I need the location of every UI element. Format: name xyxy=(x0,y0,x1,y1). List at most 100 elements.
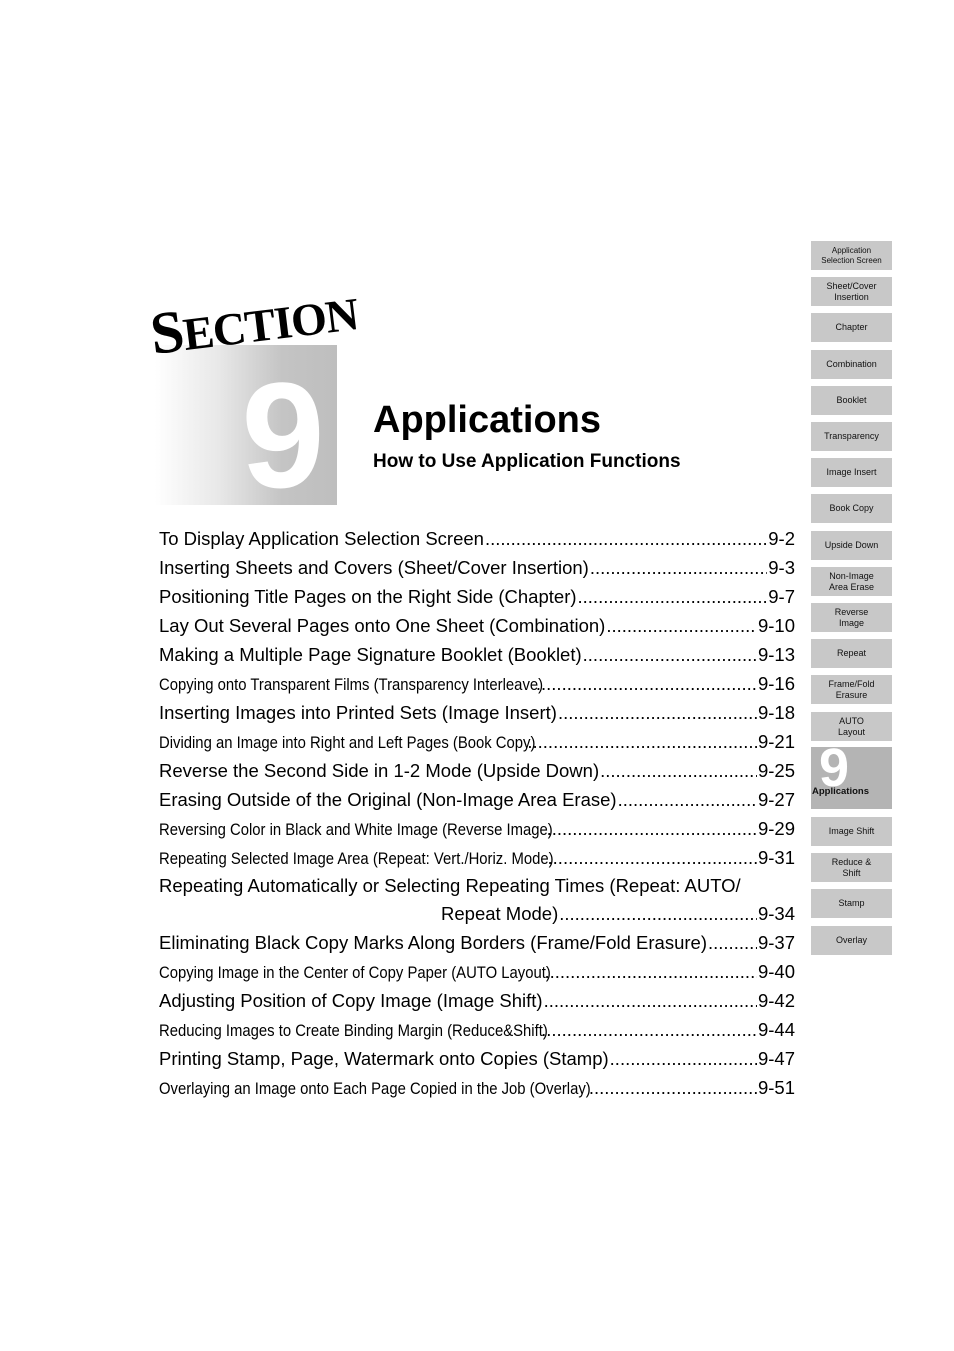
toc-entry[interactable]: Repeating Selected Image Area (Repeat: V… xyxy=(159,843,795,872)
tab-image-shift[interactable]: Image Shift xyxy=(811,817,892,846)
tab-label: Application Selection Screen xyxy=(821,246,881,266)
tab-label-line: Repeat xyxy=(836,648,867,658)
toc-entry[interactable]: Inserting Sheets and Covers (Sheet/Cover… xyxy=(159,553,795,582)
tab-label-line: Image Insert xyxy=(826,467,877,477)
tab-label-line: Reverse xyxy=(834,606,869,617)
toc-entry[interactable]: Erasing Outside of the Original (Non-Ima… xyxy=(159,785,795,814)
toc-leader-dots xyxy=(544,957,757,986)
toc-leader-dots xyxy=(600,756,757,785)
toc-entry[interactable]: Copying onto Transparent Films (Transpar… xyxy=(159,669,795,698)
toc-leader-dots xyxy=(583,640,757,669)
tab-label: Image Shift xyxy=(829,826,875,837)
tab-label: Applications xyxy=(812,786,870,797)
tab-label: Frame/Fold Erasure xyxy=(828,679,874,701)
toc-entry[interactable]: Making a Multiple Page Signature Booklet… xyxy=(159,640,795,669)
tab-stamp[interactable]: Stamp xyxy=(811,889,892,918)
toc-entry[interactable]: Lay Out Several Pages onto One Sheet (Co… xyxy=(159,611,795,640)
toc-entry[interactable]: Reverse the Second Side in 1-2 Mode (Ups… xyxy=(159,756,795,785)
tab-repeat[interactable]: Repeat xyxy=(811,639,892,668)
tab-label-line: Insertion xyxy=(834,291,869,302)
tab-label-line: Overlay xyxy=(835,935,867,945)
toc-page-number: 9-2 xyxy=(768,528,795,549)
toc-entry-title: Printing Stamp, Page, Watermark onto Cop… xyxy=(159,1048,609,1069)
toc-page-number: 9-16 xyxy=(757,673,795,694)
tab-label-line: Sheet/Cover xyxy=(826,280,877,291)
tab-sheet-cover-insertion[interactable]: Sheet/Cover Insertion xyxy=(811,277,892,306)
tab-book-copy[interactable]: Book Copy xyxy=(811,494,892,523)
toc-entry-title: Dividing an Image into Right and Left Pa… xyxy=(159,734,536,752)
tab-chapter[interactable]: Chapter xyxy=(811,313,892,342)
toc-entry-title: Repeating Selected Image Area (Repeat: V… xyxy=(159,850,554,868)
tab-non-image-area-erase[interactable]: Non-Image Area Erase xyxy=(811,567,892,596)
table-of-contents: To Display Application Selection Screen 9… xyxy=(159,524,795,1102)
tab-label: Chapter xyxy=(835,322,867,333)
tab-transparency[interactable]: Transparency xyxy=(811,422,892,451)
tab-reduce-shift[interactable]: Reduce & Shift xyxy=(811,853,892,882)
toc-leader-dots xyxy=(590,553,767,582)
toc-leader-dots xyxy=(559,900,757,928)
toc-leader-dots xyxy=(558,698,757,727)
toc-page-number: 9-47 xyxy=(757,1048,795,1069)
tab-label-line: Transparency xyxy=(824,431,879,441)
tab-upside-down[interactable]: Upside Down xyxy=(811,531,892,560)
tab-label: Overlay xyxy=(836,935,867,946)
tab-frame-fold-erasure[interactable]: Frame/Fold Erasure xyxy=(811,675,892,704)
toc-leader-dots xyxy=(547,814,757,843)
tab-label: Repeat xyxy=(837,648,866,659)
toc-entry[interactable]: Reducing Images to Create Binding Margin… xyxy=(159,1015,795,1044)
toc-entry[interactable]: Repeating Automatically or Selecting Rep… xyxy=(159,872,795,900)
section-number: 9 xyxy=(241,351,324,519)
tab-label: Upside Down xyxy=(825,540,879,551)
tab-image-insert[interactable]: Image Insert xyxy=(811,458,892,487)
tab-label: Non-Image Area Erase xyxy=(829,571,874,593)
toc-entry-title: Inserting Sheets and Covers (Sheet/Cover… xyxy=(159,557,589,578)
tab-reverse-image[interactable]: Reverse Image xyxy=(811,603,892,632)
toc-leader-dots xyxy=(708,928,757,957)
chapter-title: Applications xyxy=(373,399,602,441)
toc-entry-title: Making a Multiple Page Signature Booklet… xyxy=(159,644,582,665)
tab-combination[interactable]: Combination xyxy=(811,350,892,379)
toc-entry-continuation[interactable]: Repeat Mode) 9-34 xyxy=(159,900,795,928)
tab-label: Image Insert xyxy=(826,467,876,478)
tab-auto-layout[interactable]: AUTO Layout xyxy=(811,712,892,741)
toc-leader-dots xyxy=(527,727,757,756)
tab-booklet[interactable]: Booklet xyxy=(811,386,892,415)
toc-entry[interactable]: Printing Stamp, Page, Watermark onto Cop… xyxy=(159,1044,795,1073)
tab-applications[interactable]: 9 Applications xyxy=(811,741,892,809)
tab-label-line: Booklet xyxy=(836,395,867,405)
tab-label-line: Selection Screen xyxy=(821,255,882,265)
toc-entry[interactable]: Reversing Color in Black and White Image… xyxy=(159,814,795,843)
toc-page-number: 9-44 xyxy=(757,1019,795,1040)
toc-leader-dots xyxy=(606,611,757,640)
toc-leader-dots xyxy=(618,785,757,814)
tab-label-line: Combination xyxy=(826,359,877,369)
tab-label-line: Non-Image xyxy=(829,570,874,581)
toc-entry-title: Reducing Images to Create Binding Margin… xyxy=(159,1022,548,1040)
toc-entry-title: Reversing Color in Black and White Image… xyxy=(159,821,553,839)
toc-leader-dots xyxy=(610,1044,757,1073)
toc-entry[interactable]: Dividing an Image into Right and Left Pa… xyxy=(159,727,795,756)
tab-label-line: Layout xyxy=(837,726,866,737)
toc-entry-title: Erasing Outside of the Original (Non-Ima… xyxy=(159,789,617,810)
toc-entry[interactable]: Overlaying an Image onto Each Page Copie… xyxy=(159,1073,795,1102)
toc-entry-title: Eliminating Black Copy Marks Along Borde… xyxy=(159,932,707,953)
toc-page-number: 9-40 xyxy=(757,961,795,982)
tab-label: Booklet xyxy=(836,395,866,406)
toc-leader-dots xyxy=(544,986,757,1015)
toc-entry[interactable]: Inserting Images into Printed Sets (Imag… xyxy=(159,698,795,727)
toc-entry[interactable]: Positioning Title Pages on the Right Sid… xyxy=(159,582,795,611)
toc-entry[interactable]: Copying Image in the Center of Copy Pape… xyxy=(159,957,795,986)
tab-label-line: Image Shift xyxy=(828,826,875,836)
tab-overlay[interactable]: Overlay xyxy=(811,926,892,955)
toc-entry-title-continued: Repeat Mode) xyxy=(441,903,559,924)
toc-page-number: 9-34 xyxy=(757,903,795,924)
toc-entry[interactable]: Adjusting Position of Copy Image (Image … xyxy=(159,986,795,1015)
toc-entry-title: To Display Application Selection Screen xyxy=(159,528,484,549)
toc-entry[interactable]: Eliminating Black Copy Marks Along Borde… xyxy=(159,928,795,957)
tab-label-line: Frame/Fold xyxy=(828,678,875,689)
tab-label-line: Application xyxy=(831,245,872,255)
tab-application-selection-screen[interactable]: Application Selection Screen xyxy=(811,241,892,270)
toc-page-number: 9-25 xyxy=(757,760,795,781)
toc-entry-title: Copying Image in the Center of Copy Pape… xyxy=(159,964,551,982)
toc-entry[interactable]: To Display Application Selection Screen 9… xyxy=(159,524,795,553)
